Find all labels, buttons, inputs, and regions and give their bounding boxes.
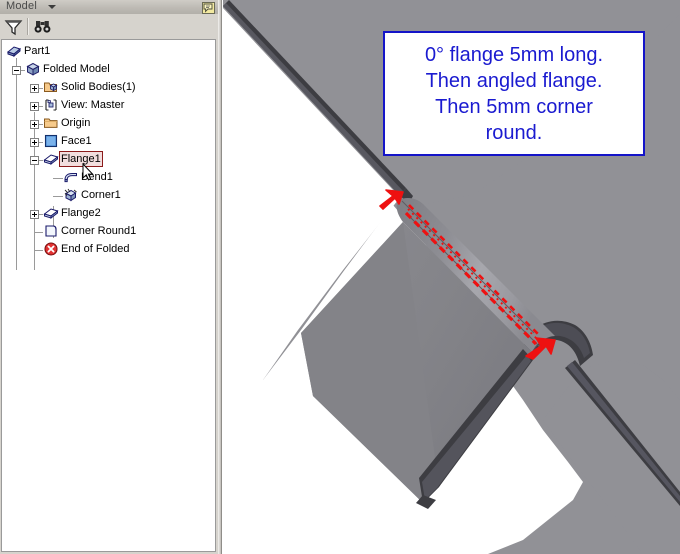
filter-funnel-icon[interactable] xyxy=(3,17,24,37)
tree-expander-view-master[interactable] xyxy=(30,102,39,111)
tree-connector xyxy=(34,250,43,251)
tree-item-label: Folded Model xyxy=(43,63,110,75)
tree-item-label: View: Master xyxy=(61,99,125,111)
tree-item-label: Flange2 xyxy=(61,207,101,219)
tree-expander-face1[interactable] xyxy=(30,138,39,147)
annotation-line: Then angled flange. xyxy=(425,69,603,92)
corner-round-icon xyxy=(43,223,59,239)
tree-item-label: Corner Round1 xyxy=(61,225,137,237)
panel-splitter[interactable] xyxy=(218,0,222,554)
tree-item-origin[interactable]: Origin xyxy=(43,114,92,132)
face-icon xyxy=(43,133,59,149)
tree-expander-solid-bodies[interactable] xyxy=(30,84,39,93)
annotation-line: 0° flange 5mm long. xyxy=(424,43,604,66)
tree-item-label: Face1 xyxy=(61,135,92,147)
tree-connector xyxy=(34,232,43,233)
tree-item-end-of-folded[interactable]: End of Folded xyxy=(43,240,132,258)
tree-toolbar xyxy=(0,14,218,39)
tree-item-folded-model[interactable]: Folded Model xyxy=(25,60,112,78)
folder-icon xyxy=(43,115,59,131)
tree-item-label: Corner1 xyxy=(81,189,121,201)
tree-item-label: Bend1 xyxy=(81,171,113,183)
tree-scroll-container[interactable]: Part1 Folded Model Solid Bodies(1) View:… xyxy=(1,39,216,552)
panel-titlebar: Model xyxy=(0,0,218,15)
tree-expander-flange2[interactable] xyxy=(30,210,39,219)
feature-tree: Part1 Folded Model Solid Bodies(1) View:… xyxy=(2,40,215,551)
end-of-folded-icon xyxy=(43,241,59,257)
folded-model-icon xyxy=(25,61,41,77)
part-icon xyxy=(6,43,22,59)
tree-item-corner1[interactable]: Corner1 xyxy=(63,186,123,204)
view-master-icon xyxy=(43,97,59,113)
annotation-callout-box: 0° flange 5mm long. Then angled flange. … xyxy=(383,31,645,156)
flange-icon xyxy=(43,205,59,221)
corner-icon xyxy=(63,187,79,203)
tree-item-flange1[interactable]: Flange1 xyxy=(43,150,103,168)
flange-icon xyxy=(43,151,59,167)
tree-expander-flange1[interactable] xyxy=(30,156,39,165)
tree-connector xyxy=(53,178,63,179)
bend-icon xyxy=(63,169,79,185)
tree-connector xyxy=(34,112,35,270)
dock-pin-icon[interactable] xyxy=(202,1,215,14)
solid-bodies-icon xyxy=(43,79,59,95)
tree-item-label: Flange1 xyxy=(59,151,103,167)
panel-title: Model xyxy=(6,0,37,12)
tree-item-corner-round1[interactable]: Corner Round1 xyxy=(43,222,138,240)
tree-item-flange2[interactable]: Flange2 xyxy=(43,204,103,222)
tree-item-label: End of Folded xyxy=(61,243,130,255)
binoculars-icon[interactable] xyxy=(32,17,53,37)
tree-item-label: Origin xyxy=(61,117,91,129)
tree-item-view-master[interactable]: View: Master xyxy=(43,96,126,114)
tree-item-part1[interactable]: Part1 xyxy=(6,42,52,60)
tree-item-bend1[interactable]: Bend1 xyxy=(63,168,115,186)
chevron-down-icon[interactable] xyxy=(48,5,56,9)
toolbar-separator xyxy=(27,18,29,35)
tree-expander-origin[interactable] xyxy=(30,120,39,129)
annotation-line: Then 5mm corner xyxy=(435,95,593,118)
tree-connector xyxy=(16,58,17,270)
tree-item-label: Part1 xyxy=(24,45,51,57)
annotation-line: round. xyxy=(485,121,543,144)
application-window: Model Part1 Folded Model Solid Bodies(1)… xyxy=(0,0,680,554)
tree-expander-folded-model[interactable] xyxy=(12,66,21,75)
tree-item-face1[interactable]: Face1 xyxy=(43,132,94,150)
model-tree-panel: Model Part1 Folded Model Solid Bodies(1)… xyxy=(0,0,218,554)
tree-item-solid-bodies[interactable]: Solid Bodies(1) xyxy=(43,78,138,96)
tree-connector xyxy=(53,196,63,197)
tree-item-label: Solid Bodies(1) xyxy=(61,81,136,93)
